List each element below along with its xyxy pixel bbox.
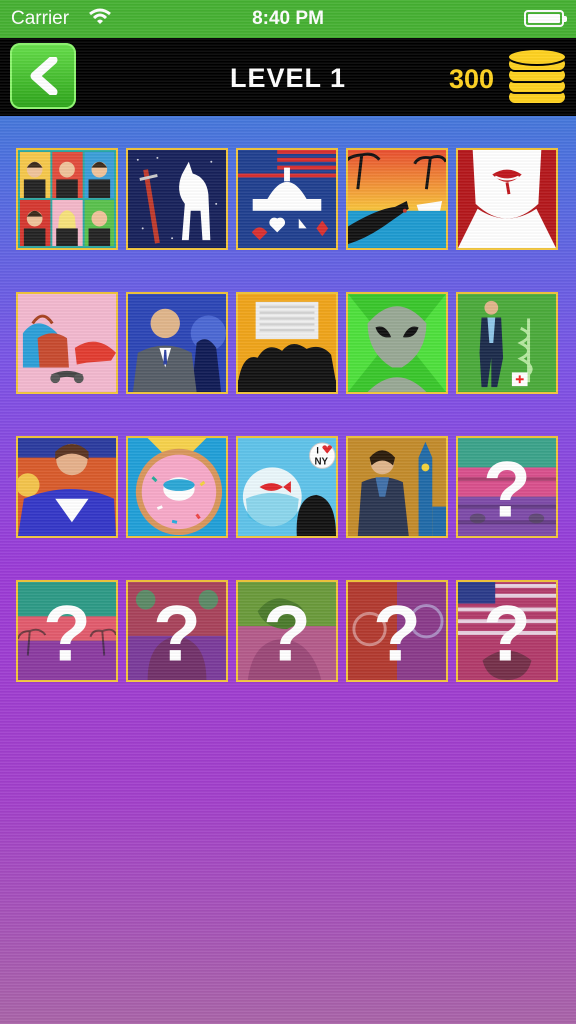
puzzle-tile-20[interactable]: ? <box>456 580 558 682</box>
donut-icon <box>128 438 226 536</box>
question-mark-icon: ? <box>458 438 556 536</box>
bags-shoes-icon <box>18 294 116 392</box>
puzzle-tile-18[interactable]: ? <box>236 580 338 682</box>
question-mark-icon: ? <box>18 582 116 680</box>
puzzle-tile-6[interactable] <box>16 292 118 394</box>
puzzle-tile-1[interactable] <box>16 148 118 250</box>
coin-count: 300 <box>448 64 494 94</box>
locked-question-mark: ? <box>153 589 201 677</box>
locked-question-mark: ? <box>483 445 531 533</box>
puzzle-tile-17[interactable]: ? <box>126 580 228 682</box>
puzzle-tile-10[interactable] <box>456 292 558 394</box>
clock: 8:40 PM <box>252 8 324 29</box>
doctor-caduceus-icon <box>458 294 556 392</box>
status-bar: Carrier 8:40 PM <box>0 0 576 38</box>
puzzle-tile-13[interactable]: I NY <box>236 436 338 538</box>
couch-silhouette-icon <box>238 294 336 392</box>
ny-badge-heart: I <box>316 446 318 456</box>
puzzle-tile-19[interactable]: ? <box>346 580 448 682</box>
portraits-grid-icon <box>18 150 116 248</box>
puzzle-tile-9[interactable] <box>346 292 448 394</box>
vampire-lips-icon <box>458 150 556 248</box>
puzzle-tile-8[interactable] <box>236 292 338 394</box>
puzzle-tile-3[interactable] <box>236 148 338 250</box>
bloody-hand-beach-icon <box>348 150 446 248</box>
question-mark-icon: ? <box>238 582 336 680</box>
puzzle-tile-15[interactable]: ? <box>456 436 558 538</box>
puzzle-tile-16[interactable]: ? <box>16 580 118 682</box>
capitol-cards-icon <box>238 150 336 248</box>
detective-big-ben-icon <box>348 438 446 536</box>
man-in-suit-icon <box>128 294 226 392</box>
puzzle-tile-5[interactable] <box>456 148 558 250</box>
puzzle-tile-14[interactable] <box>346 436 448 538</box>
locked-question-mark: ? <box>43 589 91 677</box>
puzzle-tile-4[interactable] <box>346 148 448 250</box>
alien-icon <box>348 294 446 392</box>
coin-stack-icon[interactable] <box>506 46 568 108</box>
question-mark-icon: ? <box>458 582 556 680</box>
puzzle-tile-7[interactable] <box>126 292 228 394</box>
sword-wolf-icon <box>128 150 226 248</box>
question-mark-icon: ? <box>128 582 226 680</box>
puzzle-tile-2[interactable] <box>126 148 228 250</box>
locked-question-mark: ? <box>373 589 421 677</box>
battery-icon <box>524 10 567 27</box>
puzzle-tile-11[interactable] <box>16 436 118 538</box>
level-screen: Carrier 8:40 PM LEVEL 1 300 I NY ? ? ? ?… <box>0 0 576 1024</box>
fishbowl-ny-icon: I NY <box>238 438 336 536</box>
question-mark-icon: ? <box>348 582 446 680</box>
locked-question-mark: ? <box>483 589 531 677</box>
ny-badge-ny: NY <box>314 456 328 467</box>
superman-shirt-icon <box>18 438 116 536</box>
nav-bar: LEVEL 1 300 <box>0 38 576 116</box>
puzzle-tile-12[interactable] <box>126 436 228 538</box>
locked-question-mark: ? <box>263 589 311 677</box>
